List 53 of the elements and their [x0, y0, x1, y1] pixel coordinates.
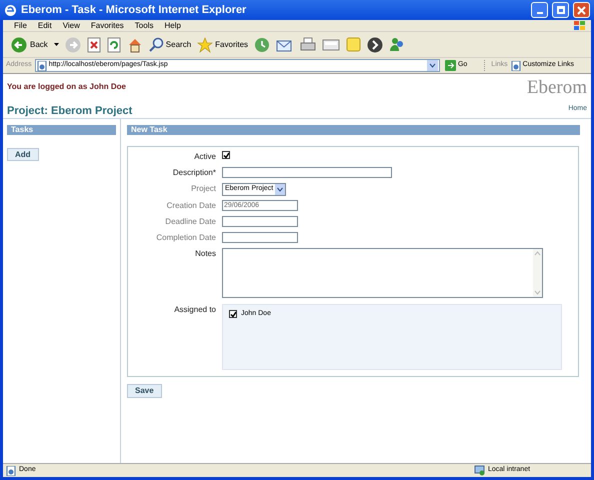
menu-item[interactable]: View — [62, 20, 80, 32]
close-icon[interactable] — [577, 6, 586, 14]
go-arrow-icon — [444, 60, 456, 71]
page-icon — [510, 60, 521, 70]
logo: Eberom — [526, 77, 587, 99]
menu-item[interactable]: Tools — [134, 20, 154, 32]
sidebar-header: Tasks — [7, 125, 116, 135]
search-button[interactable]: Search — [148, 37, 192, 52]
field-label: Creation Date — [166, 200, 217, 212]
login-notice: You are logged on as John Doe — [7, 81, 127, 93]
stop-icon[interactable] — [86, 36, 101, 52]
page-icon — [6, 466, 16, 476]
field-label: Description* — [172, 167, 217, 179]
scrollbar-icon — [533, 249, 542, 297]
intranet-icon — [474, 465, 485, 476]
dropdown-arrow-icon[interactable] — [54, 42, 59, 46]
field-label: Project — [190, 183, 217, 195]
messenger-icon[interactable] — [389, 36, 406, 52]
star-icon — [197, 36, 214, 52]
mail-icon[interactable] — [276, 38, 294, 52]
menu-item[interactable]: Favorites — [90, 20, 124, 32]
text-field[interactable] — [222, 232, 298, 243]
notes-field[interactable] — [222, 248, 543, 298]
field-label: Deadline Date — [164, 216, 217, 228]
minimize-button[interactable] — [531, 2, 548, 18]
field-label: Completion Date — [155, 232, 217, 244]
text-field[interactable] — [222, 216, 298, 227]
refresh-icon[interactable] — [106, 36, 121, 52]
maximize-button[interactable] — [552, 2, 569, 18]
menu-item[interactable]: Help — [164, 20, 181, 32]
checkbox[interactable] — [229, 310, 237, 318]
menu-item[interactable]: Edit — [38, 20, 52, 32]
field-label: Notes — [194, 248, 217, 260]
window-title: Eberom - Task - Microsoft Internet Explorer — [21, 2, 248, 18]
project-title: Project: Eberom Project — [7, 104, 132, 119]
browser-icon — [4, 4, 17, 16]
checkbox[interactable] — [222, 151, 230, 159]
history-icon[interactable] — [254, 36, 270, 52]
printer-icon[interactable] — [300, 36, 316, 52]
field-label: Active — [193, 151, 217, 163]
form-header: New Task — [127, 125, 580, 135]
page-icon — [36, 60, 47, 70]
text-field[interactable] — [222, 167, 392, 178]
back-button[interactable]: Back — [11, 36, 48, 52]
home-icon[interactable] — [126, 36, 143, 52]
save-button[interactable]: Save — [127, 384, 162, 398]
field-label: Assigned to — [173, 304, 217, 316]
close-button[interactable] — [573, 2, 590, 18]
search-icon — [148, 37, 164, 52]
windows-flag-icon — [573, 20, 587, 32]
add-button[interactable]: Add — [7, 148, 39, 161]
menu-item[interactable]: File — [14, 20, 27, 32]
favorites-button[interactable]: Favorites — [197, 36, 248, 52]
